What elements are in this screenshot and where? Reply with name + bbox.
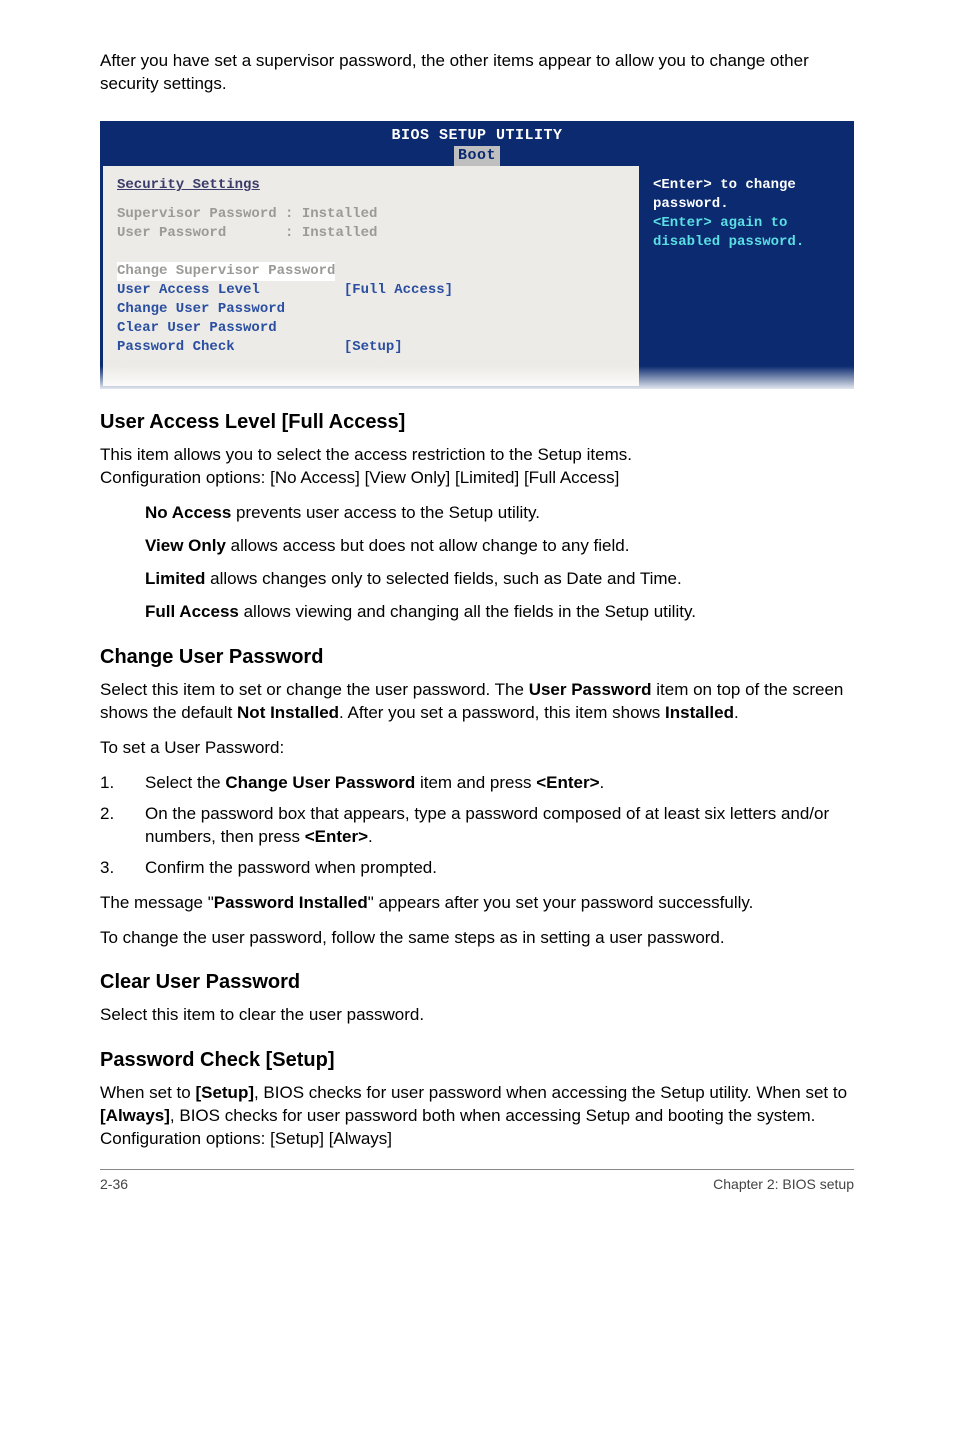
clear-user-password-heading: Clear User Password (100, 969, 854, 996)
change-user-password-item[interactable]: Change User Password (117, 300, 625, 319)
change-password-note: To change the user password, follow the … (100, 927, 854, 950)
password-installed-msg: The message "Password Installed" appears… (100, 892, 854, 915)
help-line-4: disabled password. (653, 233, 839, 252)
step-1-text: Select the Change User Password item and… (145, 772, 854, 795)
bios-title: BIOS SETUP UTILITY (391, 127, 562, 144)
page-number: 2-36 (100, 1175, 128, 1194)
user-password-value: : Installed (285, 225, 377, 241)
password-check-label[interactable]: Password Check (117, 339, 344, 355)
set-user-password-intro: To set a User Password: (100, 737, 854, 760)
help-line-2: password. (653, 195, 839, 214)
password-check-desc: When set to [Setup], BIOS checks for use… (100, 1082, 854, 1151)
supervisor-password-value: : Installed (285, 206, 377, 222)
help-line-3: <Enter> again to (653, 214, 839, 233)
change-supervisor-password-item[interactable]: Change Supervisor Password (117, 262, 335, 281)
user-access-level-heading: User Access Level [Full Access] (100, 409, 854, 436)
security-settings-heading: Security Settings (117, 176, 625, 195)
help-line-1: <Enter> to change (653, 176, 839, 195)
bios-help-panel: <Enter> to change password. <Enter> agai… (641, 166, 851, 386)
bios-tab-boot: Boot (454, 146, 500, 166)
change-user-password-heading: Change User Password (100, 644, 854, 671)
step-2-text: On the password box that appears, type a… (145, 803, 854, 849)
user-password-label: User Password (117, 225, 285, 241)
step-number: 1. (100, 772, 145, 795)
password-check-value: [Setup] (344, 339, 403, 355)
step-number: 2. (100, 803, 145, 849)
step-3-text: Confirm the password when prompted. (145, 857, 854, 880)
page-footer: 2-36 Chapter 2: BIOS setup (100, 1169, 854, 1194)
view-only-desc: View Only allows access but does not all… (145, 535, 854, 558)
limited-desc: Limited allows changes only to selected … (145, 568, 854, 591)
fade-overlay (97, 366, 857, 392)
full-access-desc: Full Access allows viewing and changing … (145, 601, 854, 624)
bios-left-panel: Security Settings Supervisor Password : … (103, 166, 641, 386)
bios-screenshot: BIOS SETUP UTILITY Boot Security Setting… (100, 121, 854, 390)
step-number: 3. (100, 857, 145, 880)
intro-paragraph: After you have set a supervisor password… (100, 50, 854, 96)
clear-user-password-item[interactable]: Clear User Password (117, 319, 625, 338)
cup-description: Select this item to set or change the us… (100, 679, 854, 725)
no-access-desc: No Access prevents user access to the Se… (145, 502, 854, 525)
user-access-level-label[interactable]: User Access Level (117, 282, 344, 298)
password-check-heading: Password Check [Setup] (100, 1047, 854, 1074)
supervisor-password-label: Supervisor Password (117, 206, 285, 222)
set-password-steps: 1.Select the Change User Password item a… (100, 772, 854, 880)
user-access-level-value: [Full Access] (344, 282, 453, 298)
ual-description: This item allows you to select the acces… (100, 444, 854, 490)
chapter-label: Chapter 2: BIOS setup (713, 1175, 854, 1194)
clear-user-password-desc: Select this item to clear the user passw… (100, 1004, 854, 1027)
